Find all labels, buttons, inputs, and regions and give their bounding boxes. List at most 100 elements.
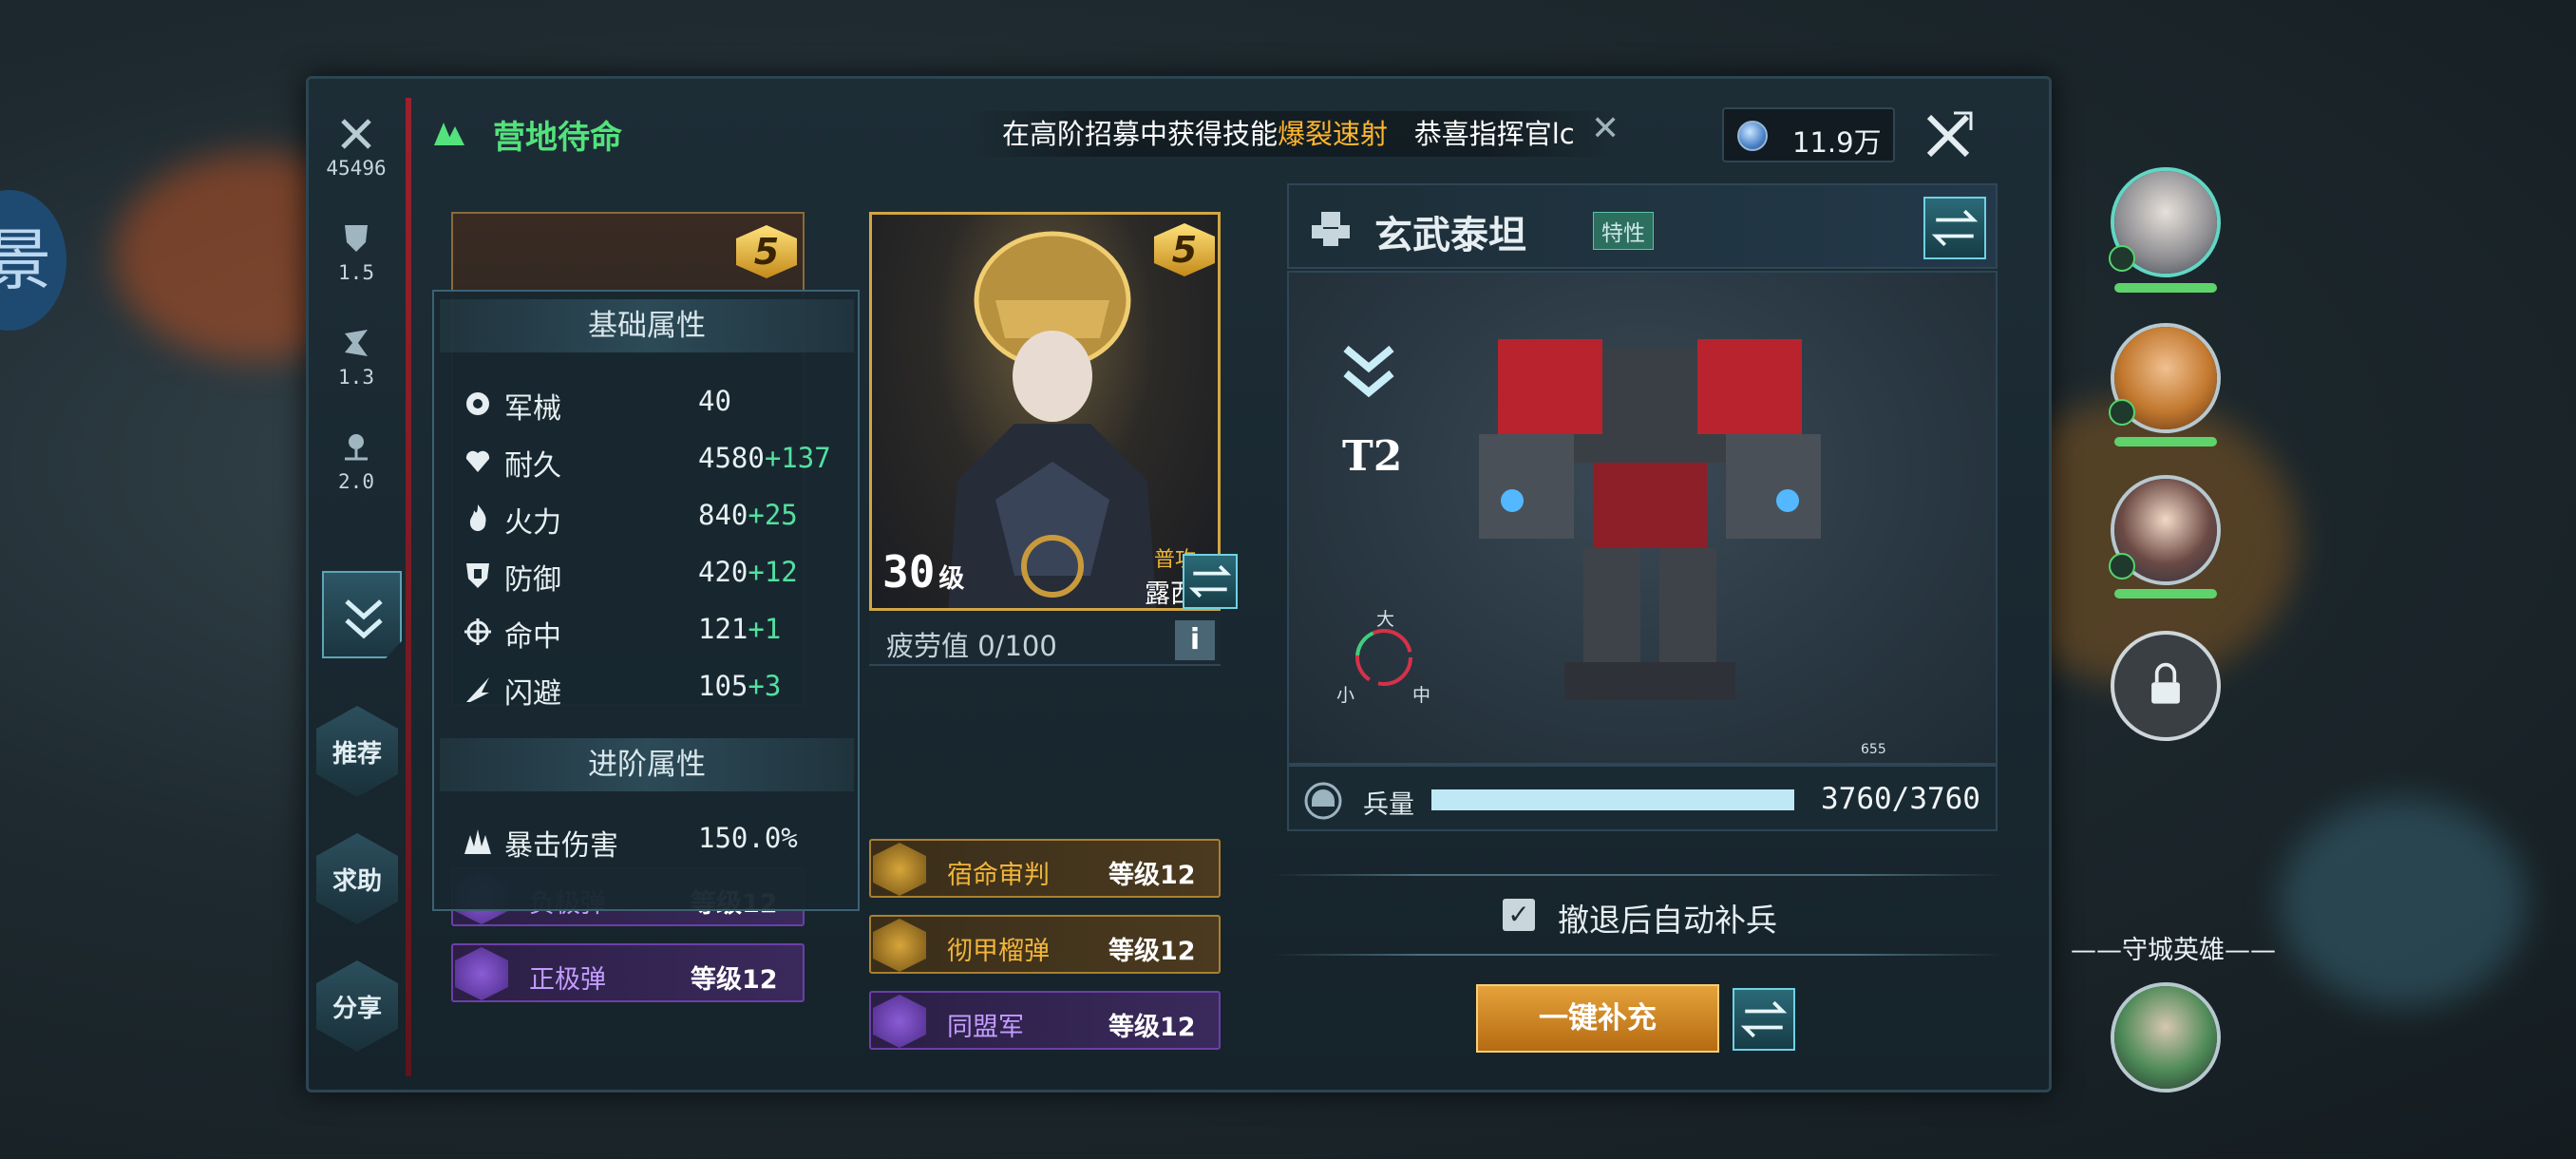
hero-badge-icon <box>2109 245 2135 272</box>
auto-refill-label: 撤退后自动补兵 <box>1558 902 1777 939</box>
position-marker: 655 <box>1861 742 1886 757</box>
ticker-close-icon[interactable]: ✕ <box>1591 109 1619 148</box>
help-label: 求助 <box>331 866 382 896</box>
defense-hero-avatar[interactable] <box>2111 982 2221 1092</box>
attribute-bonus: +3 <box>748 670 782 702</box>
currency-amount: 11.9万 <box>1792 126 1882 159</box>
attribute-label: 暴击伤害 <box>504 829 618 863</box>
lock-icon <box>2151 662 2180 704</box>
skill-icon <box>873 995 926 1048</box>
defense-hero-label: ——守城英雄—— <box>2071 936 2276 965</box>
recommend-button[interactable]: 推荐 <box>316 706 398 797</box>
attribute-value: 150.0% <box>698 822 798 854</box>
range-value: 2.0 <box>338 470 374 493</box>
mech-trait-badge[interactable]: 特性 <box>1593 212 1654 250</box>
crystal-icon <box>1737 121 1768 151</box>
star-rank-value: 5 <box>1171 229 1198 271</box>
swap-icon <box>1740 1000 1788 1038</box>
skill-slot[interactable]: 宿命审判 等级12 <box>869 839 1221 898</box>
size-big-label: 大 <box>1376 609 1395 630</box>
skill-slot[interactable]: 同盟军 等级12 <box>869 991 1221 1050</box>
skill-icon <box>873 843 926 896</box>
troops-progress <box>1431 789 1794 810</box>
hero-hp-bar <box>2114 589 2217 598</box>
lock-button[interactable] <box>2111 631 2221 741</box>
mech-icon <box>466 392 489 415</box>
attribute-row: 耐久 4580+137 <box>463 440 843 483</box>
hero-level-value: 30 <box>882 546 936 598</box>
refill-all-button[interactable]: 一键补充 <box>1476 984 1719 1053</box>
skill-slot[interactable]: 正极弹 等级12 <box>451 943 805 1002</box>
chat-bubble[interactable]: 景 <box>0 190 66 331</box>
skill-icon <box>873 919 926 972</box>
advanced-attributes-heading: 进阶属性 <box>440 738 854 791</box>
hero-card-main[interactable]: 5 30 级 普攻 露西 <box>869 212 1221 611</box>
skill-level: 等级12 <box>1108 937 1196 966</box>
attribute-row: 军械 40 <box>463 383 843 426</box>
rail-collapse-toggle[interactable] <box>322 571 402 658</box>
attribute-value: 4580+137 <box>698 442 831 474</box>
attribute-value: 105+3 <box>698 670 781 702</box>
rail-divider <box>406 98 411 1076</box>
troops-value: 3760/3760 <box>1821 782 1980 816</box>
attribute-label: 耐久 <box>504 449 561 483</box>
fatigue-bar: 疲劳值 0/100 i <box>869 615 1221 666</box>
troop-bar: 兵量 3760/3760 <box>1287 765 1998 831</box>
fire-icon <box>469 504 486 531</box>
armor-stat: 1.5 <box>318 219 394 284</box>
power-stat: 45496 <box>318 115 394 180</box>
attribute-row: 防御 420+12 <box>463 554 843 597</box>
double-chevron-down-icon <box>345 599 383 639</box>
stat-rail: 45496 1.5 1.3 2.0 <box>318 96 402 658</box>
news-ticker: 在高阶招募中获得技能爆裂速射 恭喜指挥官lc <box>964 111 1619 157</box>
double-chevron-down-icon <box>1343 345 1394 398</box>
attribute-value: 840+25 <box>698 499 798 531</box>
recommend-label: 推荐 <box>331 739 382 769</box>
troops-progress-fill <box>1431 789 1794 810</box>
attribute-value: 420+12 <box>698 556 798 588</box>
divider <box>1273 954 2004 956</box>
info-icon[interactable]: i <box>1175 620 1215 660</box>
help-button[interactable]: 求助 <box>316 833 398 924</box>
armor-value: 1.5 <box>338 261 374 284</box>
star-rank-value: 5 <box>753 231 780 273</box>
speed-icon <box>345 330 368 356</box>
share-label: 分享 <box>331 994 382 1023</box>
fatigue-value: 疲劳值 0/100 <box>886 630 1057 662</box>
hero-face <box>2114 986 2217 1089</box>
ticker-prefix: 在高阶招募中获得技能 <box>1002 118 1279 150</box>
chat-bubble-char: 景 <box>0 221 51 299</box>
crit-icon <box>464 829 491 854</box>
ticker-highlight: 爆裂速射 <box>1278 118 1389 150</box>
skill-slot[interactable]: 彻甲榴弹 等级12 <box>869 915 1221 974</box>
attribute-value: 121+1 <box>698 613 781 645</box>
close-icon[interactable] <box>1916 104 1980 168</box>
page-title: 营地待命 <box>493 119 622 157</box>
basic-attributes-heading: 基础属性 <box>440 299 854 352</box>
attribute-label: 火力 <box>504 506 561 540</box>
hero-level: 30 级 <box>882 546 964 598</box>
attribute-base: 121 <box>698 613 748 645</box>
hero-hp-bar <box>2114 437 2217 446</box>
ticker-suffix: 恭喜指挥官lc <box>1413 118 1575 150</box>
crosshair-icon <box>464 618 491 645</box>
currency-display: 11.9万 <box>1722 107 1895 162</box>
refill-swap-button[interactable] <box>1733 988 1795 1051</box>
attribute-row: 闪避 105+3 <box>463 668 843 711</box>
swap-hero-button[interactable] <box>1183 554 1238 609</box>
hero-badge-icon <box>2109 399 2135 426</box>
attribute-row: 暴击伤害 150.0% <box>463 820 843 863</box>
location-icon <box>345 434 368 461</box>
swap-mech-button[interactable] <box>1923 197 1986 259</box>
speed-value: 1.3 <box>338 366 374 389</box>
attribute-bonus: +25 <box>748 499 798 531</box>
mech-view: T2 大 小 中 655 <box>1287 271 1998 765</box>
mech-panel: 玄武泰坦 特性 T2 大 小 中 655 兵量 3760/3760 <box>1287 183 1998 934</box>
share-button[interactable]: 分享 <box>316 960 398 1052</box>
shield-icon <box>466 563 489 588</box>
swap-icon <box>1931 209 1979 247</box>
heart-icon <box>465 450 490 472</box>
skill-level: 等级12 <box>1108 861 1196 890</box>
speed-stat: 1.3 <box>318 324 394 389</box>
mech-name: 玄武泰坦 <box>1374 213 1526 257</box>
